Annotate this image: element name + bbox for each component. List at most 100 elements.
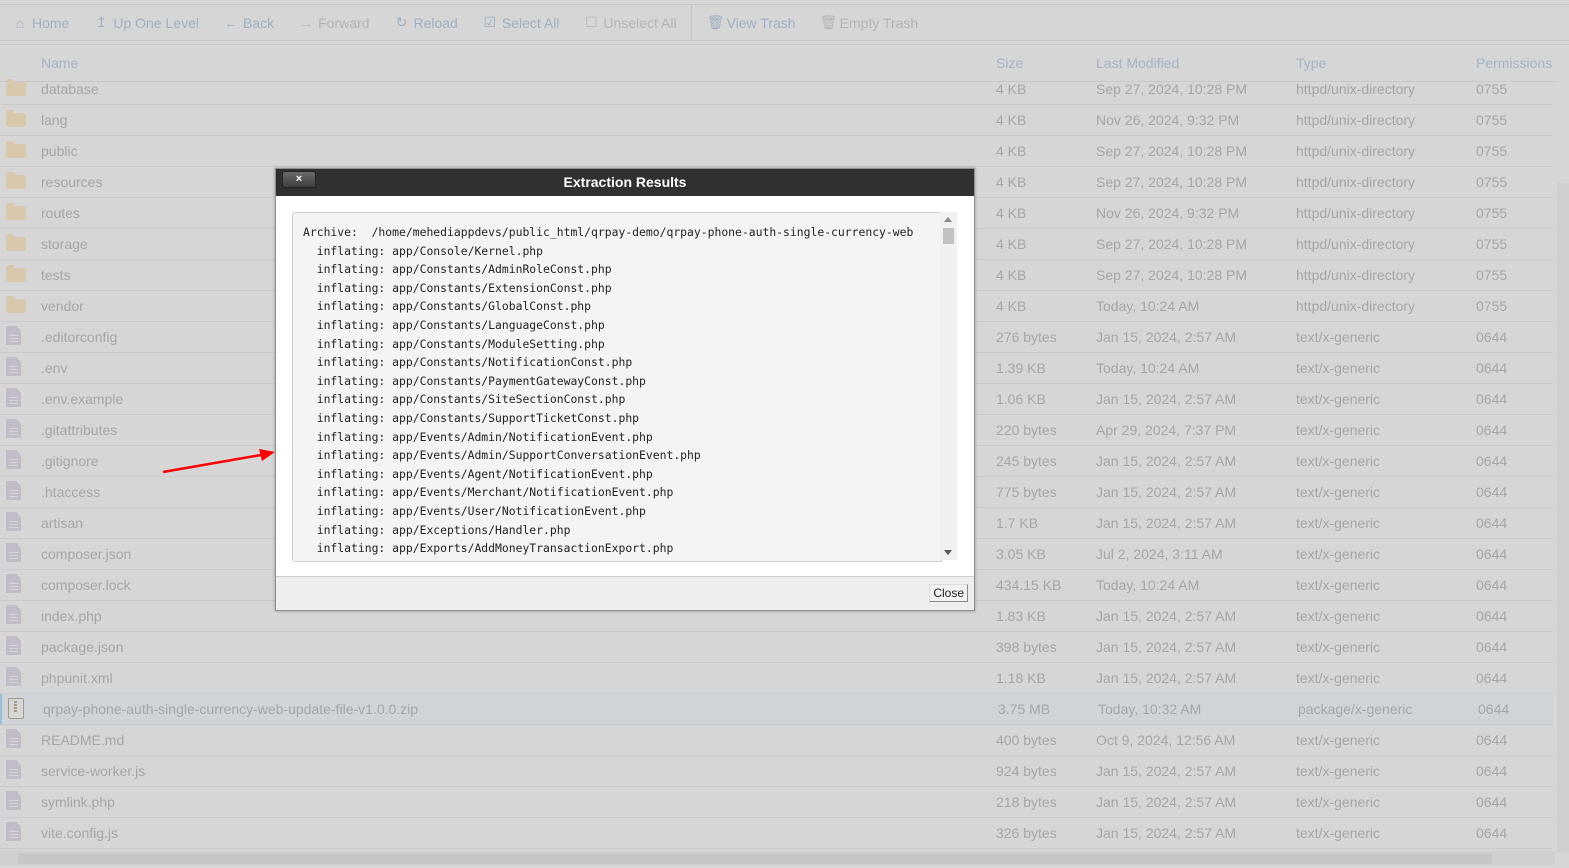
up-one-level-button[interactable]: ↥ Up One Level [81, 5, 211, 40]
file-icon [6, 419, 21, 438]
file-permissions[interactable]: 0644 [1476, 391, 1507, 407]
file-last-modified: Apr 29, 2024, 7:37 PM [1096, 422, 1237, 438]
file-permissions[interactable]: 0644 [1476, 794, 1507, 810]
table-row[interactable]: symlink.php 218 bytes Jan 15, 2024, 2:57 A… [0, 787, 1553, 818]
table-row[interactable]: public 4 KB Sep 27, 2024, 10:28 PM httpd/un… [0, 136, 1553, 167]
file-permissions[interactable]: 0644 [1476, 577, 1507, 593]
back-button[interactable]: ← Back [211, 5, 286, 40]
column-header-type[interactable]: Type [1296, 55, 1326, 71]
log-line: inflating: app/Exports/... [303, 558, 941, 561]
file-permissions[interactable]: 0755 [1476, 236, 1507, 252]
vertical-scrollbar[interactable] [1557, 183, 1569, 853]
file-permissions[interactable]: 0644 [1476, 763, 1507, 779]
file-last-modified: Jan 15, 2024, 2:57 AM [1096, 825, 1237, 841]
extraction-log-text: Archive: /home/mehediappdevs/public_html… [293, 213, 941, 561]
reload-button[interactable]: ↻ Reload [381, 5, 469, 40]
file-permissions[interactable]: 0755 [1476, 81, 1507, 97]
table-row[interactable]: vite.config.js 326 bytes Jan 15, 2024, 2:5… [0, 818, 1553, 849]
file-permissions[interactable]: 0644 [1476, 608, 1507, 624]
file-permissions[interactable]: 0755 [1476, 298, 1507, 314]
log-line: inflating: app/Events/Merchant/Notificat… [303, 485, 674, 500]
file-permissions[interactable]: 0644 [1476, 329, 1507, 345]
file-permissions[interactable]: 0755 [1476, 267, 1507, 283]
file-name[interactable]: README.md [41, 732, 124, 748]
file-name[interactable]: lang [41, 112, 67, 128]
table-row[interactable]: phpunit.xml 1.18 KB Jan 15, 2024, 2:57 AM t… [0, 663, 1553, 694]
file-permissions[interactable]: 0644 [1478, 701, 1509, 717]
file-name[interactable]: artisan [41, 515, 83, 531]
column-header-name[interactable]: Name [41, 55, 78, 71]
file-last-modified: Nov 26, 2024, 9:32 PM [1096, 112, 1240, 128]
file-last-modified: Jan 15, 2024, 2:57 AM [1096, 391, 1237, 407]
file-name[interactable]: public [41, 143, 78, 159]
scroll-down-icon[interactable] [944, 550, 952, 555]
file-name[interactable]: service-worker.js [41, 763, 145, 779]
file-last-modified: Sep 27, 2024, 10:28 PM [1096, 174, 1247, 190]
log-scrollbar[interactable] [940, 212, 957, 560]
file-name[interactable]: .gitignore [41, 453, 99, 469]
file-permissions[interactable]: 0644 [1476, 360, 1507, 376]
file-name[interactable]: .env.example [41, 391, 123, 407]
file-last-modified: Sep 27, 2024, 10:28 PM [1096, 143, 1247, 159]
file-name[interactable]: database [41, 81, 99, 97]
file-name[interactable]: phpunit.xml [41, 670, 113, 686]
home-button[interactable]: ⌂ Home [0, 5, 81, 40]
table-row[interactable]: database 4 KB Sep 27, 2024, 10:28 PM httpd/… [0, 74, 1553, 105]
table-row[interactable]: qrpay-phone-auth-single-currency-web-upd… [0, 694, 1553, 725]
column-header-size[interactable]: Size [996, 55, 1023, 71]
file-permissions[interactable]: 0644 [1476, 670, 1507, 686]
file-last-modified: Jan 15, 2024, 2:57 AM [1096, 329, 1237, 345]
file-name[interactable]: vite.config.js [41, 825, 118, 841]
file-size: 1.18 KB [996, 670, 1046, 686]
file-permissions[interactable]: 0755 [1476, 205, 1507, 221]
file-name[interactable]: storage [41, 236, 88, 252]
folder-icon [6, 79, 26, 96]
file-name[interactable]: tests [41, 267, 71, 283]
table-row[interactable]: package.json 398 bytes Jan 15, 2024, 2:57 … [0, 632, 1553, 663]
scrollbar-thumb[interactable] [18, 853, 1492, 864]
file-name[interactable]: routes [41, 205, 80, 221]
file-type: httpd/unix-directory [1296, 174, 1416, 190]
file-name[interactable]: qrpay-phone-auth-single-currency-web-upd… [43, 701, 418, 717]
close-button[interactable]: Close [929, 584, 968, 602]
file-name[interactable]: .env [41, 360, 67, 376]
select-all-button[interactable]: ☑ Select All [470, 5, 572, 40]
file-permissions[interactable]: 0755 [1476, 143, 1507, 159]
file-permissions[interactable]: 0644 [1476, 515, 1507, 531]
file-permissions[interactable]: 0644 [1476, 732, 1507, 748]
column-header-last-modified[interactable]: Last Modified [1096, 55, 1179, 71]
file-name[interactable]: .editorconfig [41, 329, 117, 345]
log-line: inflating: app/Constants/ModuleSetting.p… [303, 336, 605, 351]
file-name[interactable]: .gitattributes [41, 422, 117, 438]
column-header-permissions[interactable]: Permissions [1476, 55, 1552, 71]
file-name[interactable]: .htaccess [41, 484, 100, 500]
file-name[interactable]: composer.lock [41, 577, 130, 593]
file-name[interactable]: resources [41, 174, 102, 190]
table-row[interactable]: lang 4 KB Nov 26, 2024, 9:32 PM httpd/unix-… [0, 105, 1553, 136]
file-type: text/x-generic [1296, 360, 1381, 376]
toolbar-divider [690, 5, 693, 40]
scroll-up-icon[interactable] [944, 217, 952, 222]
horizontal-scrollbar[interactable] [0, 851, 1555, 865]
file-name[interactable]: symlink.php [41, 794, 115, 810]
file-permissions[interactable]: 0755 [1476, 174, 1507, 190]
file-permissions[interactable]: 0644 [1476, 639, 1507, 655]
file-permissions[interactable]: 0644 [1476, 825, 1507, 841]
view-trash-button[interactable]: 🗑 View Trash [695, 5, 808, 40]
scrollbar-thumb[interactable] [943, 228, 954, 244]
file-name[interactable]: vendor [41, 298, 84, 314]
file-permissions[interactable]: 0644 [1476, 422, 1507, 438]
unselect-all-button[interactable]: ☐ Unselect All [571, 5, 688, 40]
file-permissions[interactable]: 0755 [1476, 112, 1507, 128]
file-permissions[interactable]: 0644 [1476, 484, 1507, 500]
table-row[interactable]: service-worker.js 924 bytes Jan 15, 2024, … [0, 756, 1553, 787]
table-row[interactable]: README.md 400 bytes Oct 9, 2024, 12:56 AM t… [0, 725, 1553, 756]
level-up-icon: ↥ [95, 14, 108, 30]
file-permissions[interactable]: 0644 [1476, 453, 1507, 469]
file-name[interactable]: index.php [41, 608, 102, 624]
forward-button[interactable]: → Forward [286, 5, 381, 40]
file-permissions[interactable]: 0644 [1476, 546, 1507, 562]
file-name[interactable]: composer.json [41, 546, 131, 562]
empty-trash-button[interactable]: 🗑 Empty Trash [808, 5, 931, 40]
file-name[interactable]: package.json [41, 639, 124, 655]
